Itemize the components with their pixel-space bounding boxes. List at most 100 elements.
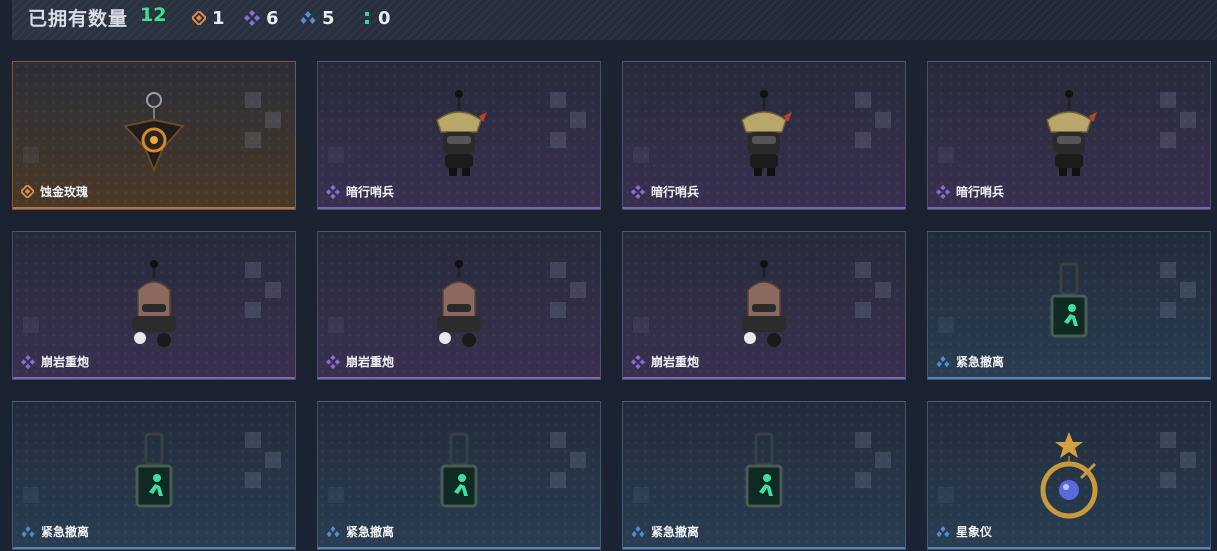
item-card[interactable]: 蚀金玫瑰 — [12, 61, 296, 210]
purple-rarity-icon — [631, 184, 645, 199]
sentinel-charm-icon — [436, 90, 487, 176]
purple-rarity-icon — [936, 184, 950, 199]
item-label: 崩岩重炮 — [631, 353, 699, 370]
blue-rarity-icon — [631, 525, 645, 537]
item-art — [429, 260, 489, 354]
blue-diamond-icon — [300, 11, 316, 24]
card-decoration — [855, 432, 895, 488]
card-decoration — [245, 432, 285, 488]
green-dots-icon — [365, 12, 369, 24]
cannon-charm-icon — [742, 260, 786, 347]
rarity-bar — [13, 547, 295, 549]
astrolabe-charm-icon — [1040, 432, 1098, 519]
orange-rarity-count: 1 — [212, 7, 225, 29]
blue-rarity-icon — [936, 525, 950, 537]
emergency-exit-charm-icon — [745, 432, 783, 508]
card-decoration — [855, 92, 895, 148]
item-name: 紧急撤离 — [346, 525, 395, 539]
item-name: 蚀金玫瑰 — [40, 185, 89, 199]
item-name: 崩岩重炮 — [346, 355, 395, 369]
cannon-charm-icon — [132, 260, 176, 347]
item-name: 暗行哨兵 — [956, 185, 1005, 199]
item-art — [1029, 430, 1109, 534]
rarity-bar — [318, 377, 600, 379]
emergency-exit-charm-icon — [1050, 262, 1088, 338]
item-label: 紧急撤离 — [936, 353, 1004, 370]
blue-rarity-icon — [21, 525, 35, 537]
rarity-bar — [928, 547, 1210, 549]
item-art — [434, 430, 484, 524]
item-label: 蚀金玫瑰 — [21, 183, 88, 200]
card-decoration — [328, 147, 344, 163]
rose-charm-icon — [123, 92, 185, 173]
item-card[interactable]: 紧急撤离 — [12, 401, 296, 550]
item-name: 紧急撤离 — [651, 525, 700, 539]
rarity-bar — [318, 547, 600, 549]
item-name: 暗行哨兵 — [346, 185, 395, 199]
item-card[interactable]: 崩岩重炮 — [622, 231, 906, 380]
card-decoration — [245, 262, 285, 318]
blue-rarity-icon — [936, 355, 950, 367]
rarity-bar — [623, 547, 905, 549]
card-decoration — [1160, 92, 1200, 148]
cannon-charm-icon — [437, 260, 481, 347]
rarity-bar — [318, 207, 600, 209]
purple-diamond-icon — [244, 10, 260, 26]
card-decoration — [938, 317, 954, 333]
item-art — [119, 90, 189, 184]
item-card[interactable]: 崩岩重炮 — [317, 231, 601, 380]
card-decoration — [550, 92, 590, 148]
rarity-bar — [13, 377, 295, 379]
card-decoration — [938, 487, 954, 503]
rarity-bar — [623, 377, 905, 379]
item-card[interactable]: 紧急撤离 — [622, 401, 906, 550]
item-name: 暗行哨兵 — [651, 185, 700, 199]
green-rarity-stat: 0 — [362, 6, 391, 30]
item-card[interactable]: 暗行哨兵 — [927, 61, 1211, 210]
card-decoration — [328, 487, 344, 503]
blue-rarity-icon — [326, 525, 340, 537]
card-decoration — [23, 317, 39, 333]
card-decoration — [1160, 262, 1200, 318]
item-label: 紧急撤离 — [326, 523, 394, 540]
purple-rarity-icon — [631, 354, 645, 369]
card-decoration — [938, 147, 954, 163]
rarity-bar — [623, 207, 905, 209]
item-name: 崩岩重炮 — [41, 355, 90, 369]
owned-count-label: 已拥有数量 — [28, 8, 129, 30]
card-decoration — [550, 262, 590, 318]
purple-rarity-count: 6 — [266, 7, 279, 29]
item-art — [1044, 260, 1094, 354]
item-label: 崩岩重炮 — [326, 353, 394, 370]
card-decoration — [23, 147, 39, 163]
card-decoration — [550, 432, 590, 488]
item-art — [739, 430, 789, 524]
item-card[interactable]: 紧急撤离 — [927, 231, 1211, 380]
item-label: 暗行哨兵 — [326, 183, 394, 200]
sentinel-charm-icon — [1046, 90, 1097, 176]
item-card[interactable]: 崩岩重炮 — [12, 231, 296, 380]
card-decoration — [855, 262, 895, 318]
sentinel-charm-icon — [741, 90, 792, 176]
orange-rarity-stat: 1 — [192, 6, 225, 30]
item-card[interactable]: 暗行哨兵 — [317, 61, 601, 210]
item-art — [734, 90, 794, 184]
blue-rarity-stat: 5 — [300, 6, 335, 30]
item-card[interactable]: 紧急撤离 — [317, 401, 601, 550]
card-decoration — [245, 92, 285, 148]
blue-rarity-count: 5 — [322, 7, 335, 29]
purple-rarity-icon — [326, 184, 340, 199]
card-decoration — [633, 147, 649, 163]
purple-rarity-stat: 6 — [244, 6, 279, 30]
purple-rarity-icon — [21, 354, 35, 369]
rarity-bar — [13, 207, 295, 209]
owned-total-count: 12 — [140, 4, 167, 26]
orange-rarity-icon — [21, 185, 34, 198]
card-decoration — [1160, 432, 1200, 488]
item-label: 暗行哨兵 — [631, 183, 699, 200]
item-card[interactable]: 星象仪 — [927, 401, 1211, 550]
item-name: 紧急撤离 — [41, 525, 90, 539]
item-label: 紧急撤离 — [631, 523, 699, 540]
item-card[interactable]: 暗行哨兵 — [622, 61, 906, 210]
item-name: 星象仪 — [956, 525, 993, 539]
